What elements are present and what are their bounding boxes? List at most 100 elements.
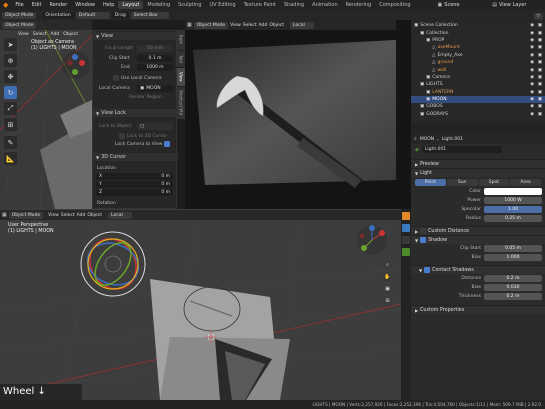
lock-camera-to-view-row[interactable]: Lock Camera to View (115, 141, 171, 147)
render-camera-icon[interactable]: ▣ (538, 75, 542, 80)
outliner-row[interactable]: ▣ MOON ◉ ▣ (411, 95, 545, 104)
light-data-block[interactable]: ◆ Light.001 (411, 144, 545, 155)
lock-to-3d-cursor-row[interactable]: Lock to 3D Cursor (119, 133, 167, 139)
tool-transform[interactable]: ⊞ (4, 118, 17, 131)
contact-shadows-section[interactable]: ▼ Contact Shadows (411, 265, 545, 274)
clip-start-field[interactable]: 0.1 m (137, 55, 173, 62)
outliner-row[interactable]: △ ground ◉ ▣ (411, 59, 545, 66)
render-camera-icon[interactable]: ▣ (538, 45, 542, 50)
tool-select-box[interactable]: ➤ (4, 38, 17, 51)
use-local-camera-row[interactable]: Use Local Camera (113, 75, 162, 81)
camera-menu-select[interactable]: Select (243, 23, 257, 28)
light-type-spot[interactable]: Spot (478, 178, 510, 186)
light-type-area[interactable]: Area (510, 178, 541, 186)
tool-scale[interactable]: ⤢ (4, 102, 17, 115)
bottom-menu-view[interactable]: View (48, 213, 59, 218)
eye-icon[interactable]: ◉ (530, 104, 534, 109)
sidebar-tab-item[interactable]: Item (177, 30, 185, 50)
orientation-button[interactable]: Orientation (42, 11, 74, 19)
rotate-gizmo[interactable] (78, 229, 148, 299)
outliner-row[interactable]: △ axeMount ◉ ▣ (411, 44, 545, 51)
eye-icon[interactable]: ◉ (530, 45, 534, 50)
workspace-tab-sculpting[interactable]: Sculpting (174, 1, 205, 9)
left-mode-dropdown[interactable]: Object Mode (2, 21, 37, 29)
cs-distance-field[interactable]: 0.2 m (484, 275, 542, 282)
tool-rotate[interactable]: ↻ (4, 86, 17, 99)
lock-to-object-field[interactable]: ▢ (137, 123, 173, 130)
left-menu-view[interactable]: View (18, 32, 29, 37)
properties-search-icon[interactable]: ⌕ (414, 136, 417, 142)
outliner-row[interactable]: ▣ PROP ◉ ▣ (411, 37, 545, 44)
cursor-x-field[interactable]: X 0 m (96, 173, 173, 180)
orientation-default-dropdown[interactable]: Default (75, 11, 110, 19)
cs-thickness-field[interactable]: 0.2 m (484, 293, 542, 300)
outliner-row[interactable]: △ wall ◉ ▣ (411, 66, 545, 73)
outliner-row[interactable]: △ Empty_Axe ◉ ▣ (411, 52, 545, 59)
editor-type-icon[interactable]: ▦ (187, 22, 192, 28)
bottom-menu-select[interactable]: Select (61, 213, 75, 218)
render-camera-icon[interactable]: ▣ (538, 68, 542, 73)
properties-tab-object[interactable] (402, 212, 410, 220)
contact-shadows-checkbox[interactable] (424, 267, 431, 273)
workspace-tab-modeling[interactable]: Modeling (143, 1, 174, 9)
render-camera-icon[interactable]: ▣ (538, 104, 542, 109)
3d-cursor-section-header[interactable]: ▼ 3D Cursor (93, 153, 178, 161)
perspective-toggle-icon[interactable]: ⊞ (383, 297, 392, 306)
bottom-menu-object[interactable]: Object (87, 213, 102, 218)
radius-field[interactable]: 0.25 m (484, 215, 542, 222)
sidebar-tab-view[interactable]: View (177, 68, 185, 86)
outliner-filter-button[interactable]: ▽ (533, 12, 543, 20)
specular-field[interactable]: 1.00 (484, 206, 542, 213)
shadow-bias-field[interactable]: 1.000 (484, 254, 542, 261)
eye-icon[interactable]: ◉ (530, 23, 534, 28)
eye-icon[interactable]: ◉ (530, 38, 534, 43)
shadow-section[interactable]: ▼ Shadow (411, 235, 545, 244)
properties-tab-physics[interactable] (402, 224, 410, 232)
bottom-mode-dropdown[interactable]: Object Mode (8, 211, 44, 219)
outliner-row[interactable]: ▣ Scene Collection ◉ ▣ (411, 22, 545, 29)
workspace-tab-uv-editing[interactable]: UV Editing (206, 1, 240, 9)
render-camera-icon[interactable]: ▣ (538, 38, 542, 43)
camera-viewport[interactable]: ▦ Object Mode View Select Add Object Loc… (185, 20, 396, 209)
view-lock-section-header[interactable]: ▼ View Lock (93, 109, 178, 117)
render-camera-icon[interactable]: ▣ (538, 23, 542, 28)
left-menu-add[interactable]: Add (51, 32, 60, 37)
view-section-header[interactable]: ▼ View (93, 32, 178, 40)
pan-hand-icon[interactable]: ✋ (383, 273, 392, 282)
camera-menu-view[interactable]: View (230, 23, 241, 28)
menu-window[interactable]: Window (71, 2, 99, 8)
camera-menu-object[interactable]: Object (269, 23, 284, 28)
use-local-camera-checkbox[interactable] (113, 75, 119, 81)
light-data-field[interactable]: Light.001 (421, 146, 502, 153)
workspace-tab-compositing[interactable]: Compositing (375, 1, 414, 9)
camera-mode-dropdown[interactable]: Object Mode (193, 21, 229, 29)
tool-measure[interactable]: 📐 (4, 152, 17, 165)
local-camera-field[interactable]: ▣ MOON (137, 85, 173, 92)
view-layer-selector[interactable]: View Layer (497, 2, 545, 8)
light-section[interactable]: ▼ Light (411, 168, 545, 177)
light-type-point[interactable]: Point (415, 178, 446, 186)
eye-icon[interactable]: ◉ (530, 97, 534, 102)
render-camera-icon[interactable]: ▣ (538, 53, 542, 58)
outliner-row[interactable]: ▣ LIGHTS ◉ ▣ (411, 81, 545, 88)
select-box-dropdown[interactable]: Select Box (130, 11, 169, 19)
eye-icon[interactable]: ◉ (530, 112, 534, 117)
tool-move[interactable]: ✥ (4, 70, 17, 83)
eye-icon[interactable]: ◉ (530, 68, 534, 73)
tool-cursor[interactable]: ⊕ (4, 54, 17, 67)
sidebar-tab-shortcut[interactable]: Shortcut VUr (177, 87, 185, 119)
cs-bias-field[interactable]: 0.030 (484, 284, 542, 291)
tool-mode-button[interactable]: Object Mode (2, 11, 37, 19)
cursor-y-field[interactable]: Y 0 m (96, 181, 173, 188)
bottom-viewport[interactable]: ▦ Object Mode View Select Add Object Loc… (0, 209, 401, 400)
render-camera-icon[interactable]: ▣ (538, 82, 542, 87)
left-menu-object[interactable]: Object (63, 32, 78, 37)
light-type-sun[interactable]: Sun (446, 178, 478, 186)
shadow-clip-start-field[interactable]: 0.05 m (484, 245, 542, 252)
outliner-row[interactable]: ▣ Camera ◉ ▣ (411, 74, 545, 81)
cursor-z-field[interactable]: Z 0 m (96, 189, 173, 196)
render-camera-icon[interactable]: ▣ (538, 97, 542, 102)
color-swatch[interactable] (484, 188, 542, 195)
render-camera-icon[interactable]: ▣ (538, 112, 542, 117)
outliner-row[interactable]: ▣ GOBOS ◉ ▣ (411, 103, 545, 110)
